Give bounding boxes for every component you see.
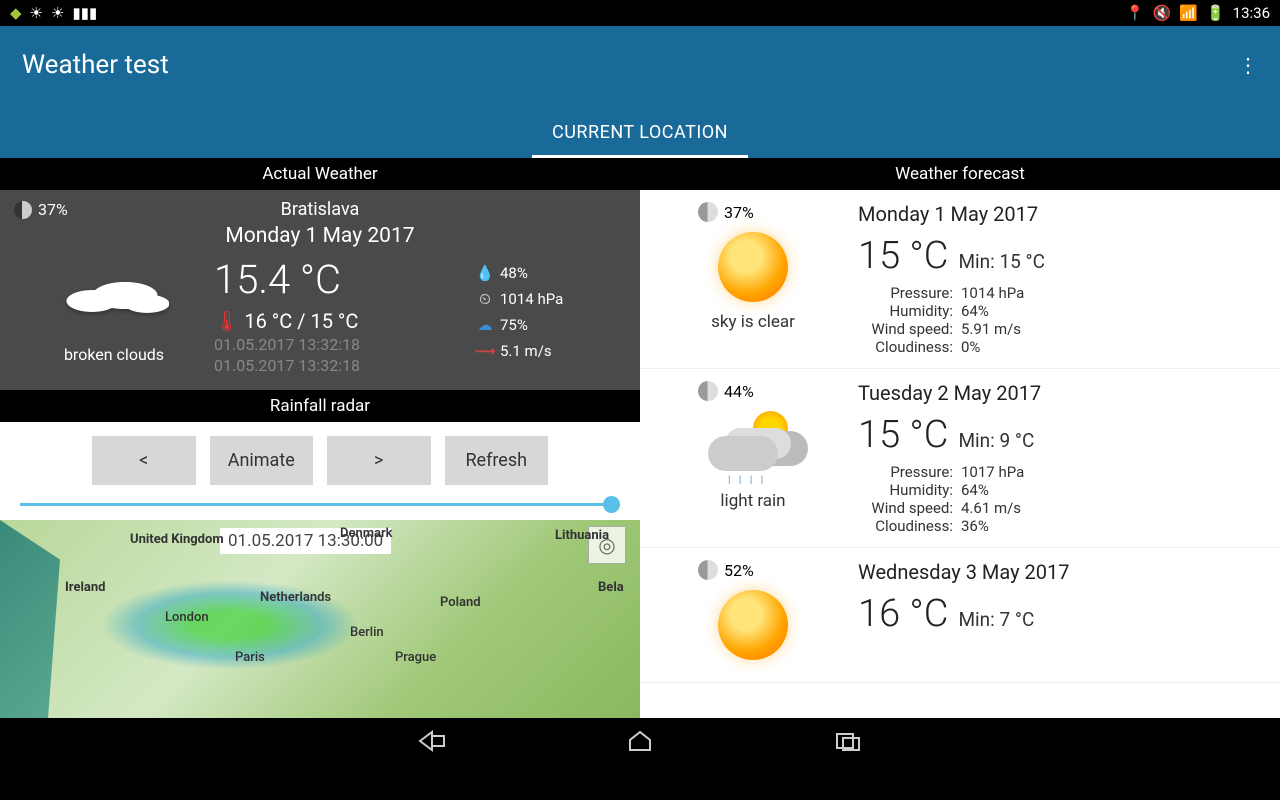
mute-icon: 🔇 [1153, 4, 1172, 22]
pressure-val: 1014 hPa [500, 290, 563, 308]
radar-section: < Animate > Refresh 01.05.2017 13:30:00 … [0, 422, 640, 718]
forecast-item[interactable]: 52% Wednesday 3 May 2017 16 °C Min: 7 °C [640, 548, 1280, 683]
minmax-temp: 16 °C / 15 °C [244, 309, 358, 333]
forecast-date: Monday 1 May 2017 [858, 202, 1272, 226]
radar-time-slider[interactable] [20, 503, 620, 506]
timestamp-2: 01.05.2017 13:32:18 [214, 356, 476, 377]
map-label-london: London [165, 610, 209, 625]
cloud-stat-icon: ☁ [476, 316, 494, 334]
forecast-item[interactable]: 37% sky is clear Monday 1 May 2017 15 °C… [640, 190, 1280, 369]
clouds-val: 75% [500, 316, 528, 334]
overflow-menu-icon[interactable]: ⋮ [1238, 53, 1258, 77]
forecast-moon-pct: 52% [724, 561, 754, 580]
forecast-temp: 15 °C [858, 234, 948, 278]
humidity-val: 48% [500, 264, 528, 282]
humidity-icon: 💧 [476, 264, 494, 282]
map-label-poland: Poland [440, 595, 481, 610]
home-button[interactable] [626, 730, 654, 758]
forecast-desc: sky is clear [711, 312, 795, 332]
brightness-icon: ☀ [30, 4, 43, 22]
recent-button[interactable] [834, 730, 862, 758]
moon-pct: 37% [38, 200, 68, 219]
forecast-moon-pct: 44% [724, 382, 754, 401]
app-title: Weather test [22, 50, 169, 80]
radar-animate-button[interactable]: Animate [210, 436, 314, 485]
battery-icon: 🔋 [1206, 4, 1225, 22]
status-bar: ◆ ☀ ☀ ▮▮▮ 📍 🔇 📶 🔋 13:36 [0, 0, 1280, 26]
forecast-moon-pct: 37% [724, 203, 754, 222]
map-label-paris: Paris [235, 650, 265, 665]
nav-bar [0, 718, 1280, 770]
moon-phase-icon [698, 560, 718, 580]
forecast-date: Wednesday 3 May 2017 [858, 560, 1272, 584]
timestamp-1: 01.05.2017 13:32:18 [214, 335, 476, 356]
forecast-list: 37% sky is clear Monday 1 May 2017 15 °C… [640, 190, 1280, 683]
thermometer-icon: 🌡 [214, 309, 239, 333]
forecast-date: Tuesday 2 May 2017 [858, 381, 1272, 405]
forecast-temp: 15 °C [858, 413, 948, 457]
forecast-min: Min: 15 °C [958, 250, 1045, 273]
brightness-icon-2: ☀ [51, 4, 64, 22]
status-time: 13:36 [1233, 4, 1270, 22]
forecast-header: Weather forecast [640, 158, 1280, 190]
map-label-uk: United Kingdom [130, 532, 224, 547]
left-panel: Actual Weather 37% Bratislava Monday 1 M… [0, 158, 640, 718]
pressure-icon: ⏲ [476, 290, 494, 308]
radar-header: Rainfall radar [0, 390, 640, 422]
right-panel: Weather forecast 37% sky is clear Monday… [640, 158, 1280, 718]
cloud-icon [59, 268, 169, 323]
map-label-berlin: Berlin [350, 625, 384, 640]
wind-icon: ⟿ [476, 342, 494, 360]
back-button[interactable] [418, 730, 446, 758]
moon-phase-icon [698, 381, 718, 401]
map-label-ireland: Ireland [65, 580, 105, 595]
main-temp: 15.4 °C [214, 256, 476, 303]
forecast-item[interactable]: 44% light rain Tuesday 2 May 2017 15 °C … [640, 369, 1280, 548]
tab-current-location[interactable]: CURRENT LOCATION [532, 122, 748, 158]
map-label-netherlands: Netherlands [260, 590, 331, 605]
weather-desc: broken clouds [14, 345, 214, 364]
android-icon: ◆ [10, 4, 22, 22]
radar-refresh-button[interactable]: Refresh [445, 436, 549, 485]
map-label-lithuania: Lithuania [555, 528, 609, 543]
wifi-icon: 📶 [1179, 4, 1198, 22]
map-label-denmark: Denmark [340, 526, 393, 541]
forecast-temp: 16 °C [858, 592, 948, 636]
forecast-min: Min: 7 °C [958, 608, 1034, 631]
map-label-bela: Bela [598, 580, 624, 595]
slider-thumb[interactable] [603, 496, 620, 513]
bars-icon: ▮▮▮ [72, 4, 97, 22]
moon-phase-icon [698, 202, 718, 222]
forecast-min: Min: 9 °C [958, 429, 1034, 452]
wind-val: 5.1 m/s [500, 342, 552, 360]
location-icon: 📍 [1126, 4, 1145, 22]
app-header: Weather test ⋮ CURRENT LOCATION [0, 26, 1280, 158]
actual-date: Monday 1 May 2017 [14, 224, 626, 248]
rain-cloud-icon [708, 411, 798, 481]
forecast-desc: light rain [720, 491, 785, 511]
tab-bar: CURRENT LOCATION [22, 122, 1258, 158]
sun-icon [718, 590, 788, 660]
moon-phase-icon [14, 201, 32, 219]
actual-weather-card: 37% Bratislava Monday 1 May 2017 broken … [0, 190, 640, 390]
sun-icon [718, 232, 788, 302]
radar-prev-button[interactable]: < [92, 436, 196, 485]
actual-weather-header: Actual Weather [0, 158, 640, 190]
radar-map[interactable]: 01.05.2017 13:30:00 ◎ United Kingdom Ire… [0, 520, 640, 718]
city-name: Bratislava [14, 199, 626, 220]
radar-next-button[interactable]: > [327, 436, 431, 485]
map-label-prague: Prague [395, 650, 436, 665]
